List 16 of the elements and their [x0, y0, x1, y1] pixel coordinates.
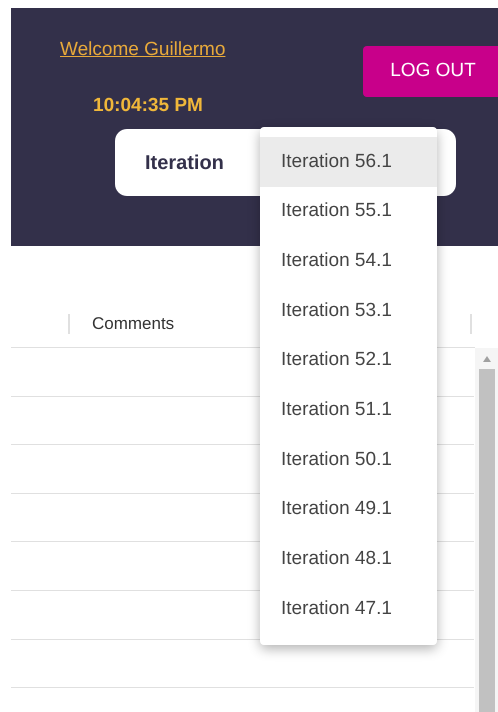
menu-item[interactable]: Iteration 50.1 [260, 435, 437, 485]
scrollbar[interactable] [475, 348, 498, 712]
menu-item[interactable]: Iteration 56.1 [260, 137, 437, 187]
clock-time: 10:04:35 PM [93, 94, 203, 118]
column-header: Comments [92, 312, 174, 335]
menu-item[interactable]: Iteration 54.1 [260, 236, 437, 286]
menu-item[interactable]: Iteration 53.1 [260, 286, 437, 336]
menu-item[interactable]: Iteration 48.1 [260, 534, 437, 584]
logout-button[interactable]: LOG OUT [363, 46, 498, 97]
menu-item[interactable]: Iteration 51.1 [260, 385, 437, 436]
menu-item[interactable]: Iteration 52.1 [260, 336, 437, 386]
scroll-thumb[interactable] [478, 369, 495, 712]
menu-item[interactable]: Iteration 47.1 [260, 584, 437, 634]
scroll-up-icon[interactable] [482, 356, 491, 362]
menu-item[interactable]: Iteration 49.1 [260, 484, 437, 534]
welcome-link[interactable]: Welcome Guillermo [60, 36, 226, 64]
